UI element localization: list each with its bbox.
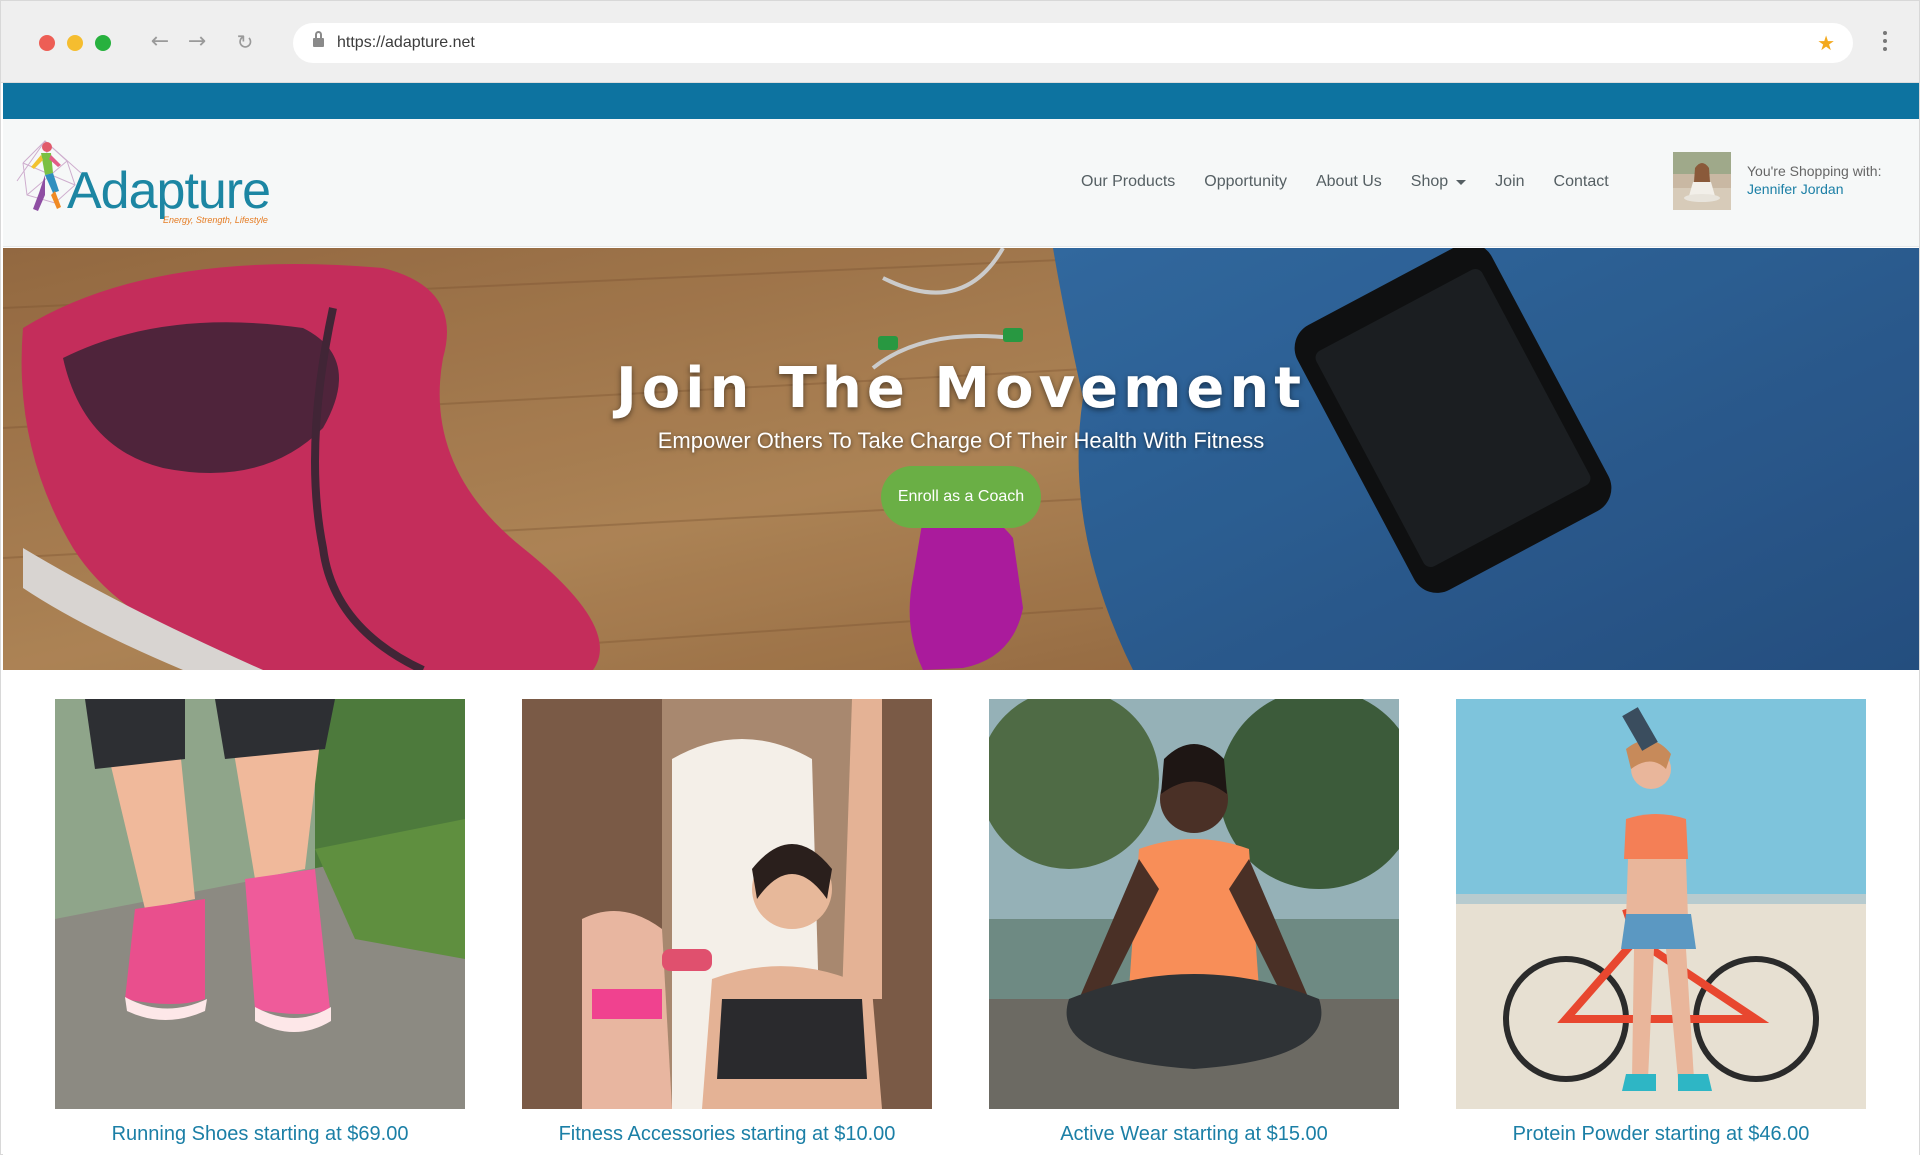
top-color-strip	[3, 83, 1919, 119]
logo-tagline: Energy, Strength, Lifestyle	[163, 215, 268, 225]
nav-shop[interactable]: Shop	[1410, 173, 1467, 191]
site-header: Adapture Energy, Strength, Lifestyle Our…	[3, 119, 1919, 247]
logo-wordmark: Adapture	[67, 162, 271, 220]
active-wear-photo[interactable]	[989, 699, 1399, 1109]
running-shoes-caption[interactable]: Running Shoes starting at $69.00	[15, 1123, 505, 1146]
back-arrow-icon[interactable]: ←	[147, 29, 173, 55]
hero-background-image	[3, 248, 1919, 670]
protein-powder-photo[interactable]	[1456, 699, 1866, 1109]
hero-title: Join The Movement	[615, 356, 1307, 421]
nav-about-us[interactable]: About Us	[1316, 173, 1382, 191]
shopping-with-coach: You're Shopping with: Jennifer Jordan	[1673, 152, 1903, 212]
nav-join[interactable]: Join	[1495, 173, 1524, 191]
lock-icon	[313, 31, 324, 47]
nav-our-products[interactable]: Our Products	[1081, 173, 1175, 191]
hero-banner: Join The Movement Empower Others To Take…	[3, 248, 1919, 670]
protein-powder-caption[interactable]: Protein Powder starting at $46.00	[1416, 1123, 1906, 1146]
reload-icon[interactable]: ↻	[232, 29, 258, 55]
nav-opportunity[interactable]: Opportunity	[1204, 173, 1287, 191]
active-wear-caption[interactable]: Active Wear starting at $15.00	[949, 1123, 1439, 1146]
fitness-accessories-caption[interactable]: Fitness Accessories starting at $10.00	[482, 1123, 972, 1146]
nav-contact[interactable]: Contact	[1554, 173, 1609, 191]
fitness-accessories-photo[interactable]	[522, 699, 932, 1109]
web-page: Adapture Energy, Strength, Lifestyle Our…	[3, 83, 1919, 1155]
nav-shop-label: Shop	[1410, 173, 1449, 190]
running-shoes-photo[interactable]	[55, 699, 465, 1109]
product-categories: Running Shoes starting at $69.00 Fitness…	[3, 699, 1919, 1155]
shopping-with-label: You're Shopping with:	[1747, 163, 1882, 179]
minimize-window-button[interactable]	[67, 35, 83, 51]
enroll-coach-button[interactable]: Enroll as a Coach	[881, 466, 1041, 528]
maximize-window-button[interactable]	[95, 35, 111, 51]
coach-name-link[interactable]: Jennifer Jordan	[1747, 181, 1844, 197]
browser-toolbar: ← → ↻ https://adapture.net ★	[1, 1, 1919, 83]
forward-arrow-icon[interactable]: →	[184, 29, 210, 55]
caret-down-icon	[1456, 179, 1467, 185]
coach-avatar[interactable]	[1673, 152, 1731, 210]
browser-window: ← → ↻ https://adapture.net ★ Adapture En…	[0, 0, 1920, 1155]
adapture-logo[interactable]: Adapture Energy, Strength, Lifestyle	[15, 133, 271, 233]
url-text[interactable]: https://adapture.net	[337, 34, 475, 52]
close-window-button[interactable]	[39, 35, 55, 51]
bookmark-star-icon[interactable]: ★	[1817, 31, 1835, 55]
address-bar[interactable]: https://adapture.net ★	[293, 23, 1853, 63]
main-navigation: Our Products Opportunity About Us Shop J…	[1081, 173, 1638, 191]
kebab-menu-icon[interactable]	[1875, 27, 1895, 57]
hero-subtitle: Empower Others To Take Charge Of Their H…	[657, 428, 1265, 453]
